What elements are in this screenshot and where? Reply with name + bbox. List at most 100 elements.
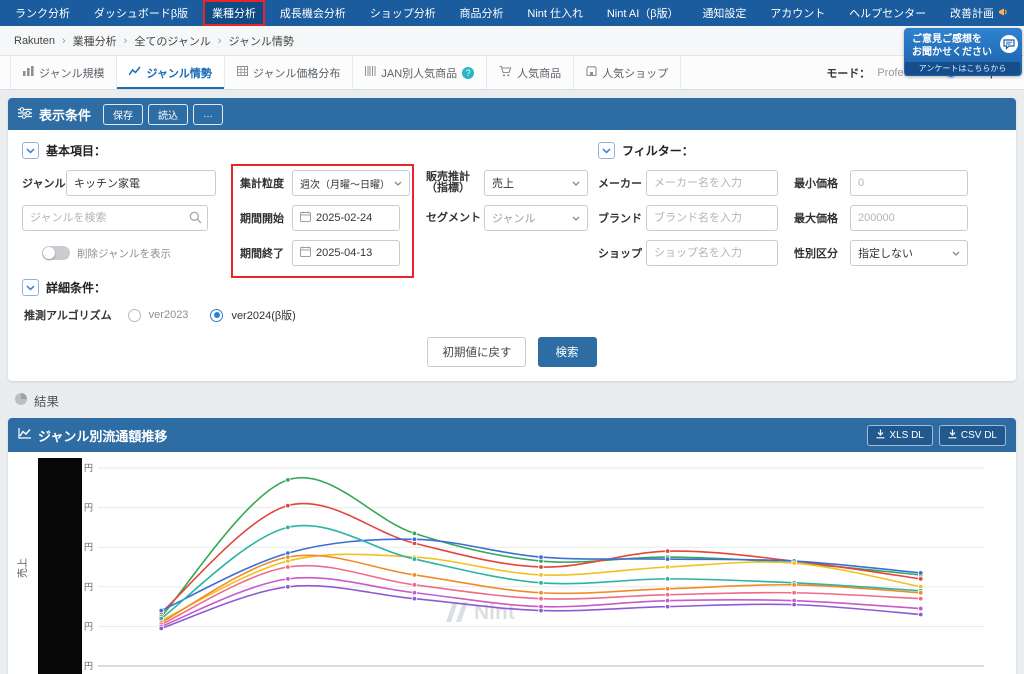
genre-input[interactable] <box>66 170 216 196</box>
mode-label: モード： <box>826 65 870 81</box>
csv-download-label: CSV DL <box>961 430 997 441</box>
nav-item-shiire[interactable]: Nint 仕入れ <box>518 0 592 26</box>
nav-label: ランク分析 <box>15 5 70 21</box>
collapse-chevron-icon[interactable] <box>22 279 39 296</box>
calendar-icon <box>300 211 311 225</box>
chart-card: ジャンル別流通額推移 XLS DL CSV DL 円円円円円円Nint25/2/… <box>8 418 1016 674</box>
y-tick-label: 円 <box>84 463 93 473</box>
brand-input[interactable] <box>646 205 778 231</box>
nav-label: Nint AI（β版） <box>607 5 679 21</box>
basic-section-header: 基本項目： <box>22 142 592 159</box>
tab-bar: ジャンル規模 ジャンル情勢 ジャンル価格分布 JAN別人気商品 ? 人気商品 人… <box>0 56 1024 90</box>
search-button[interactable]: 検索 <box>538 337 597 367</box>
tab-label: JAN別人気商品 <box>381 65 457 81</box>
download-icon <box>876 429 885 442</box>
nav-item-help[interactable]: ヘルプセンター <box>840 0 935 26</box>
period-end-input[interactable]: 2025-04-13 <box>292 240 400 266</box>
nav-item-rank[interactable]: ランク分析 <box>6 0 79 26</box>
min-price-input[interactable] <box>850 170 968 196</box>
nav-label: 改善計画 <box>950 5 994 21</box>
y-tick-label: 円 <box>84 661 93 671</box>
max-price-input[interactable] <box>850 205 968 231</box>
breadcrumb-bar: Rakuten › 業種分析 › 全てのジャンル › ジャンル情勢 ご意見ご感想… <box>0 26 1024 56</box>
breadcrumb-item[interactable]: Rakuten <box>14 35 55 47</box>
nav-item-industry-analysis[interactable]: 業種分析 <box>203 0 265 26</box>
nav-item-product-analysis[interactable]: 商品分析 <box>451 0 513 26</box>
tab-genre-scale[interactable]: ジャンル規模 <box>10 56 117 89</box>
csv-download-button[interactable]: CSV DL <box>939 425 1006 446</box>
y-axis-title: 売上 <box>16 558 29 578</box>
tab-popular-shops[interactable]: 人気ショップ <box>574 56 681 89</box>
nav-item-nint-ai[interactable]: Nint AI（β版） <box>598 0 688 26</box>
basic-section-title: 基本項目： <box>46 142 106 159</box>
show-deleted-genres-label: 削除ジャンルを表示 <box>77 246 171 261</box>
nav-label: 業種分析 <box>212 5 256 21</box>
detail-section-title: 詳細条件： <box>46 279 106 296</box>
y-tick-label: 円 <box>84 621 93 631</box>
nav-item-notifications[interactable]: 通知設定 <box>693 0 755 26</box>
reset-button[interactable]: 初期値に戻す <box>427 337 526 367</box>
nav-item-account[interactable]: アカウント <box>761 0 834 26</box>
y-tick-label: 円 <box>84 503 93 513</box>
tab-genre-price-distribution[interactable]: ジャンル価格分布 <box>225 56 353 89</box>
tab-jan-popular-products[interactable]: JAN別人気商品 ? <box>353 56 487 89</box>
nav-item-dashboard[interactable]: ダッシュボードβ版 <box>85 0 197 26</box>
maker-input[interactable] <box>646 170 778 196</box>
feedback-text: お聞かせください <box>912 46 996 59</box>
more-button[interactable]: … <box>193 104 223 125</box>
xls-download-button[interactable]: XLS DL <box>867 425 932 446</box>
sales-metric-select[interactable]: 売上 <box>484 170 588 196</box>
results-heading: 結果 <box>14 391 1010 410</box>
tab-genre-trend[interactable]: ジャンル情勢 <box>117 56 224 89</box>
tab-label: ジャンル価格分布 <box>253 65 340 81</box>
feedback-survey-link[interactable]: アンケートはこちらから <box>905 62 1020 75</box>
filter-section-header: フィルター： <box>598 142 1002 159</box>
filter-card-header: 表示条件 保存 読込 … <box>8 98 1016 130</box>
tab-label: ジャンル情勢 <box>146 65 211 81</box>
radio-ver2023[interactable] <box>128 309 141 322</box>
results-icon <box>14 392 28 409</box>
period-end-value: 2025-04-13 <box>316 247 372 259</box>
gender-value: 指定しない <box>858 245 913 261</box>
results-heading-text: 結果 <box>34 391 59 410</box>
min-price-label: 最小価格 <box>794 175 850 191</box>
trend-chart: 円円円円円円Nint25/2/24 ~ 25/3/225/3/3 ~ 25/3/… <box>12 456 996 674</box>
gender-select[interactable]: 指定しない <box>850 240 968 266</box>
toggle-knob <box>43 247 55 259</box>
filter-card-body: 基本項目： ジャンル <box>8 130 1016 381</box>
granularity-select[interactable]: 週次（月曜〜日曜） <box>292 170 410 196</box>
save-button[interactable]: 保存 <box>103 104 143 125</box>
nav-item-growth[interactable]: 成長機会分析 <box>271 0 355 26</box>
shop-input[interactable] <box>646 240 778 266</box>
page-content: 表示条件 保存 読込 … 基本項目： ジャンル <box>0 90 1024 674</box>
period-start-label: 期間開始 <box>240 210 292 226</box>
period-end-label: 期間終了 <box>240 245 292 261</box>
period-start-input[interactable]: 2025-02-24 <box>292 205 400 231</box>
segment-value: ジャンル <box>492 210 535 226</box>
period-group: 集計粒度 週次（月曜〜日曜） 期間開始 2025-02-2 <box>240 170 416 275</box>
breadcrumb-item[interactable]: 全てのジャンル <box>134 33 210 49</box>
collapse-chevron-icon[interactable] <box>598 142 615 159</box>
radio-ver2024[interactable] <box>210 309 223 322</box>
line-chart-icon <box>18 428 31 442</box>
xls-download-label: XLS DL <box>889 430 923 441</box>
y-tick-label: 円 <box>84 582 93 592</box>
tab-label: 人気商品 <box>517 65 561 81</box>
breadcrumb-item[interactable]: 業種分析 <box>73 33 117 49</box>
bar-chart-icon <box>23 66 34 79</box>
genre-search-input[interactable] <box>22 205 208 231</box>
load-button[interactable]: 読込 <box>148 104 188 125</box>
tab-popular-products[interactable]: 人気商品 <box>487 56 574 89</box>
feedback-banner[interactable]: ご意見ご感想を お聞かせください アンケートはこちらから <box>904 28 1022 76</box>
granularity-label: 集計粒度 <box>240 175 292 191</box>
collapse-chevron-icon[interactable] <box>22 142 39 159</box>
panel-title: 表示条件 <box>39 105 91 124</box>
show-deleted-genres-toggle[interactable] <box>42 246 70 260</box>
segment-label: セグメント <box>426 213 484 224</box>
chevron-down-icon <box>394 177 402 189</box>
brand-label: ブランド <box>598 210 646 226</box>
nav-item-improvement[interactable]: 改善計画 <box>941 0 1018 26</box>
nav-item-shop-analysis[interactable]: ショップ分析 <box>361 0 445 26</box>
help-badge-icon[interactable]: ? <box>462 67 474 79</box>
segment-select[interactable]: ジャンル <box>484 205 588 231</box>
